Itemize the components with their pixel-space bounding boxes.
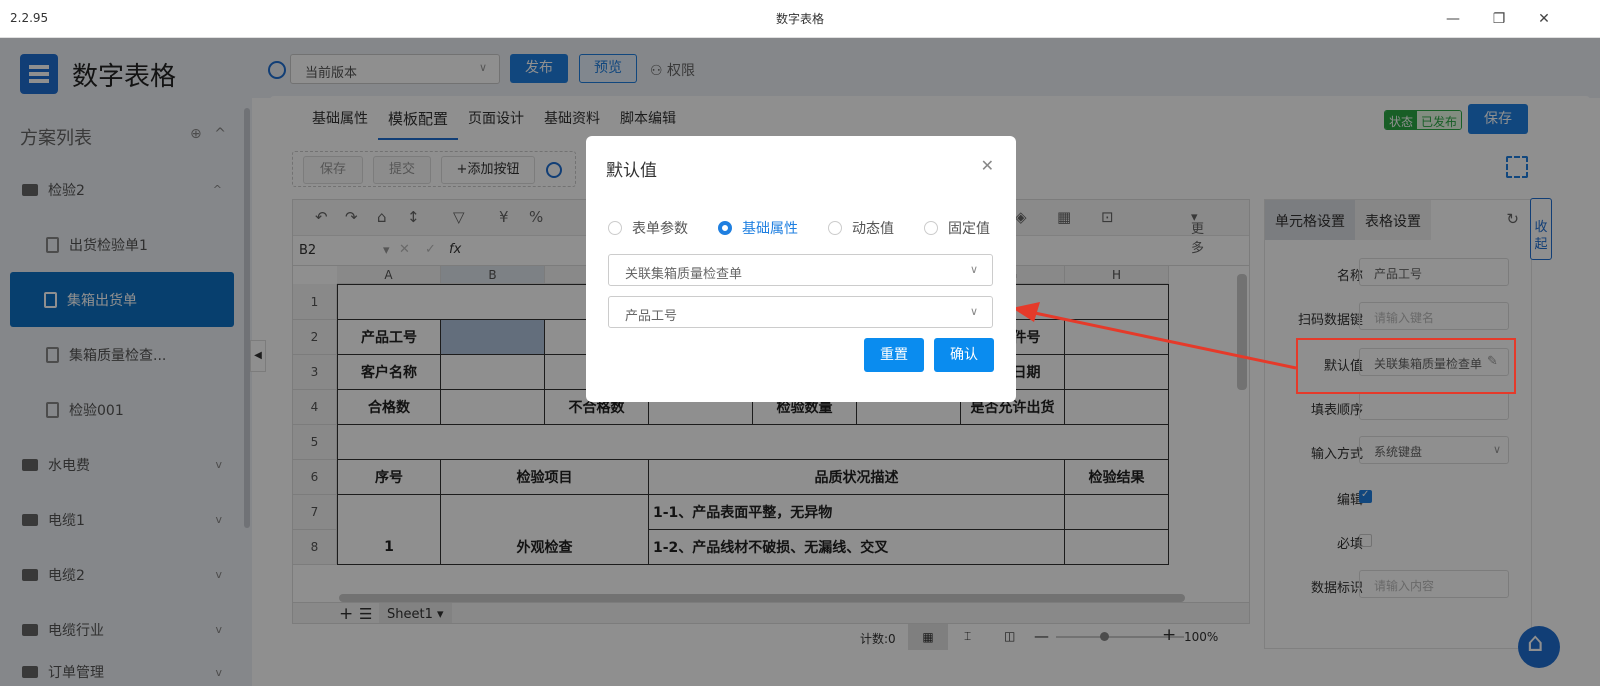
radio-basic-props[interactable]: 基础属性 xyxy=(718,218,798,238)
annotation-highlight-box xyxy=(1296,338,1516,394)
source-table-select[interactable]: 关联集箱质量检查单 ∨ xyxy=(608,254,993,286)
default-value-dialog: 默认值 ✕ 表单参数 基础属性 动态值 固定值 关联集箱质量检查单 ∨ 产品工号 ∨… xyxy=(586,136,1016,402)
radio-label: 固定值 xyxy=(948,221,990,237)
radio-circle xyxy=(608,221,622,235)
source-field-select[interactable]: 产品工号 ∨ xyxy=(608,296,993,328)
select-value: 产品工号 xyxy=(625,309,678,324)
radio-label: 基础属性 xyxy=(742,221,798,237)
radio-circle xyxy=(828,221,842,235)
minimize-icon[interactable]: — xyxy=(1440,6,1466,32)
reset-button[interactable]: 重置 xyxy=(864,338,924,372)
radio-label: 动态值 xyxy=(852,221,894,237)
close-icon[interactable]: ✕ xyxy=(1531,6,1557,32)
restore-icon[interactable]: ❐ xyxy=(1486,6,1512,32)
radio-circle xyxy=(718,221,732,235)
close-icon[interactable]: ✕ xyxy=(981,156,994,175)
source-radio-group: 表单参数 基础属性 动态值 固定值 xyxy=(608,218,990,238)
radio-fixed-value[interactable]: 固定值 xyxy=(924,218,990,238)
radio-label: 表单参数 xyxy=(632,221,688,237)
window-title: 数字表格 xyxy=(775,12,824,26)
dialog-title: 默认值 xyxy=(606,161,657,181)
radio-circle xyxy=(924,221,938,235)
window-titlebar: 2.2.95 数字表格 — ❐ ✕ xyxy=(0,0,1600,38)
chevron-down-icon: ∨ xyxy=(969,263,978,276)
radio-form-params[interactable]: 表单参数 xyxy=(608,218,688,238)
chevron-down-icon: ∨ xyxy=(969,305,978,318)
radio-dynamic-value[interactable]: 动态值 xyxy=(828,218,894,238)
select-value: 关联集箱质量检查单 xyxy=(625,267,743,282)
confirm-button[interactable]: 确认 xyxy=(934,338,994,372)
